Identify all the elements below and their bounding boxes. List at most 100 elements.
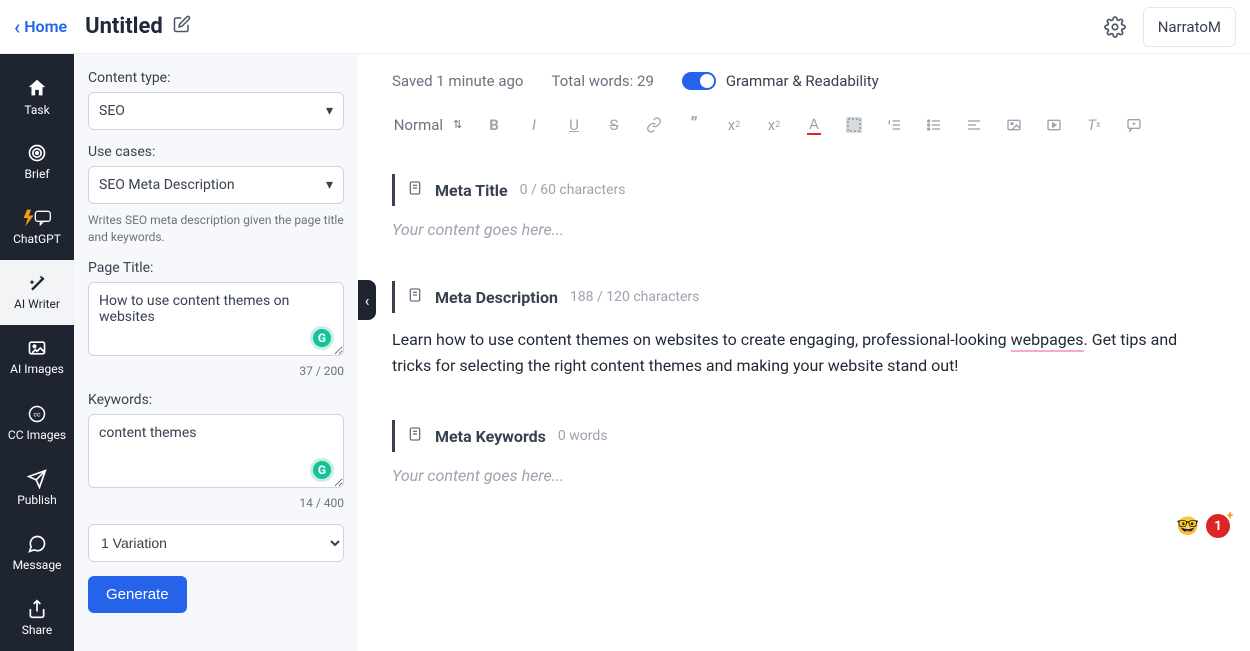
profile-dropdown[interactable]: NarratoM	[1143, 7, 1236, 47]
magic-wand-icon	[27, 273, 47, 293]
block-meta: 0 words	[558, 428, 608, 444]
content-type-select[interactable]: SEO ▾	[88, 92, 344, 130]
align-button[interactable]	[964, 117, 984, 133]
content-type-label: Content type:	[88, 70, 344, 86]
block-title: Meta Keywords	[435, 427, 546, 446]
use-cases-select[interactable]: SEO Meta Description ▾	[88, 166, 344, 204]
use-cases-help: Writes SEO meta description given the pa…	[88, 212, 344, 246]
keywords-label: Keywords:	[88, 392, 344, 408]
meta-description-block: Meta Description 188 / 120 characters Le…	[392, 281, 1216, 378]
rail-message[interactable]: Message	[0, 521, 74, 586]
meta-description-field[interactable]: Learn how to use content themes on websi…	[392, 327, 1216, 378]
grammar-toggle[interactable]	[682, 72, 716, 90]
clear-format-button[interactable]: Tx	[1084, 116, 1104, 134]
saved-status: Saved 1 minute ago	[392, 72, 523, 90]
rail-cc-images[interactable]: cc CC Images	[0, 390, 74, 455]
nerd-emoji-icon[interactable]: 🤓	[1176, 514, 1200, 538]
rail-label: Task	[24, 103, 49, 117]
rail-ai-writer[interactable]: AI Writer	[0, 260, 74, 325]
text-color-button[interactable]: A	[804, 115, 824, 135]
video-button[interactable]	[1044, 117, 1064, 133]
rail-label: ChatGPT	[13, 232, 61, 246]
chevron-left-icon: ‹	[365, 291, 370, 310]
superscript-button[interactable]: x2	[764, 116, 784, 134]
italic-button[interactable]: I	[524, 116, 544, 134]
config-panel: Content type: SEO ▾ Use cases: SEO Meta …	[74, 54, 358, 651]
rail-share[interactable]: Share	[0, 586, 74, 651]
keywords-input[interactable]: content themes	[88, 414, 344, 488]
doc-icon	[407, 287, 423, 307]
generate-button[interactable]: Generate	[88, 576, 187, 613]
page-title-input[interactable]: How to use content themes on websites	[88, 282, 344, 356]
block-title: Meta Title	[435, 181, 508, 200]
desc-text-pre: Learn how to use content themes on websi…	[392, 330, 1011, 349]
format-value: Normal	[394, 116, 443, 134]
rail-chatgpt[interactable]: ChatGPT	[0, 194, 74, 259]
variation-select[interactable]: 1 Variation	[88, 524, 344, 562]
target-icon	[27, 143, 47, 163]
page-title-label: Page Title:	[88, 260, 344, 276]
settings-button[interactable]	[1097, 9, 1133, 45]
profile-label: NarratoM	[1158, 18, 1221, 36]
word-count: Total words: 29	[551, 72, 653, 90]
use-cases-label: Use cases:	[88, 144, 344, 160]
rail-label: AI Images	[10, 362, 64, 376]
rail-label: Brief	[25, 167, 50, 181]
rail-brief[interactable]: Brief	[0, 129, 74, 194]
comment-button[interactable]	[1124, 117, 1144, 133]
highlight-button[interactable]	[844, 117, 864, 133]
send-icon	[27, 469, 47, 489]
image-icon	[27, 338, 47, 358]
underline-button[interactable]: U	[564, 116, 584, 134]
grammarly-icon[interactable]: G	[310, 458, 334, 482]
link-button[interactable]	[644, 117, 664, 133]
home-icon	[26, 77, 48, 99]
rail-publish[interactable]: Publish	[0, 455, 74, 520]
block-title: Meta Description	[435, 288, 558, 307]
block-meta: 188 / 120 characters	[570, 289, 699, 305]
meta-keywords-block: Meta Keywords 0 words Your content goes …	[392, 420, 1216, 485]
grammarly-icon[interactable]: G	[310, 326, 334, 350]
page-title-counter: 37 / 200	[88, 364, 344, 378]
editor-toolbar: Normal ⇅ B I U S ” x2 x2 A Tx	[392, 108, 1216, 152]
home-link[interactable]: ‹ Home	[14, 15, 67, 39]
rail-ai-images[interactable]: AI Images	[0, 325, 74, 390]
bold-button[interactable]: B	[484, 116, 504, 134]
image-button[interactable]	[1004, 117, 1024, 133]
reaction-bubble: 🤓 1	[1176, 514, 1230, 538]
meta-keywords-field[interactable]: Your content goes here...	[392, 466, 1216, 485]
editor-area: Saved 1 minute ago Total words: 29 Gramm…	[358, 54, 1250, 651]
block-meta: 0 / 60 characters	[520, 182, 626, 198]
unordered-list-button[interactable]	[924, 117, 944, 133]
keywords-counter: 14 / 400	[88, 496, 344, 510]
strike-button[interactable]: S	[604, 116, 624, 134]
collapse-panel-button[interactable]: ‹	[358, 280, 376, 320]
chevron-down-icon: ▾	[326, 103, 333, 119]
rail-task[interactable]: Task	[0, 64, 74, 129]
page-title: Untitled	[85, 14, 163, 39]
svg-text:cc: cc	[34, 410, 41, 418]
rail-label: Message	[13, 558, 62, 572]
meta-title-block: Meta Title 0 / 60 characters Your conten…	[392, 174, 1216, 239]
rail-label: CC Images	[8, 428, 66, 442]
subscript-button[interactable]: x2	[724, 116, 744, 134]
share-icon	[27, 599, 47, 619]
notification-badge[interactable]: 1	[1206, 514, 1230, 538]
home-text: Home	[24, 17, 67, 36]
nav-rail: Task Brief ChatGPT AI Writer AI Images	[0, 54, 74, 651]
rail-label: AI Writer	[14, 297, 60, 311]
content-type-value: SEO	[99, 103, 125, 119]
message-icon	[27, 534, 47, 554]
rail-label: Publish	[17, 493, 57, 507]
chat-bolt-icon	[20, 208, 54, 228]
chevron-down-icon: ▾	[326, 177, 333, 193]
edit-title-icon[interactable]	[173, 14, 191, 39]
desc-text-err: webpages	[1011, 330, 1084, 352]
meta-title-field[interactable]: Your content goes here...	[392, 220, 1216, 239]
doc-icon	[407, 180, 423, 200]
use-cases-value: SEO Meta Description	[99, 177, 235, 193]
quote-button[interactable]: ”	[684, 114, 704, 135]
updown-icon: ⇅	[453, 118, 462, 131]
ordered-list-button[interactable]	[884, 117, 904, 133]
format-select[interactable]: Normal ⇅	[392, 116, 464, 134]
